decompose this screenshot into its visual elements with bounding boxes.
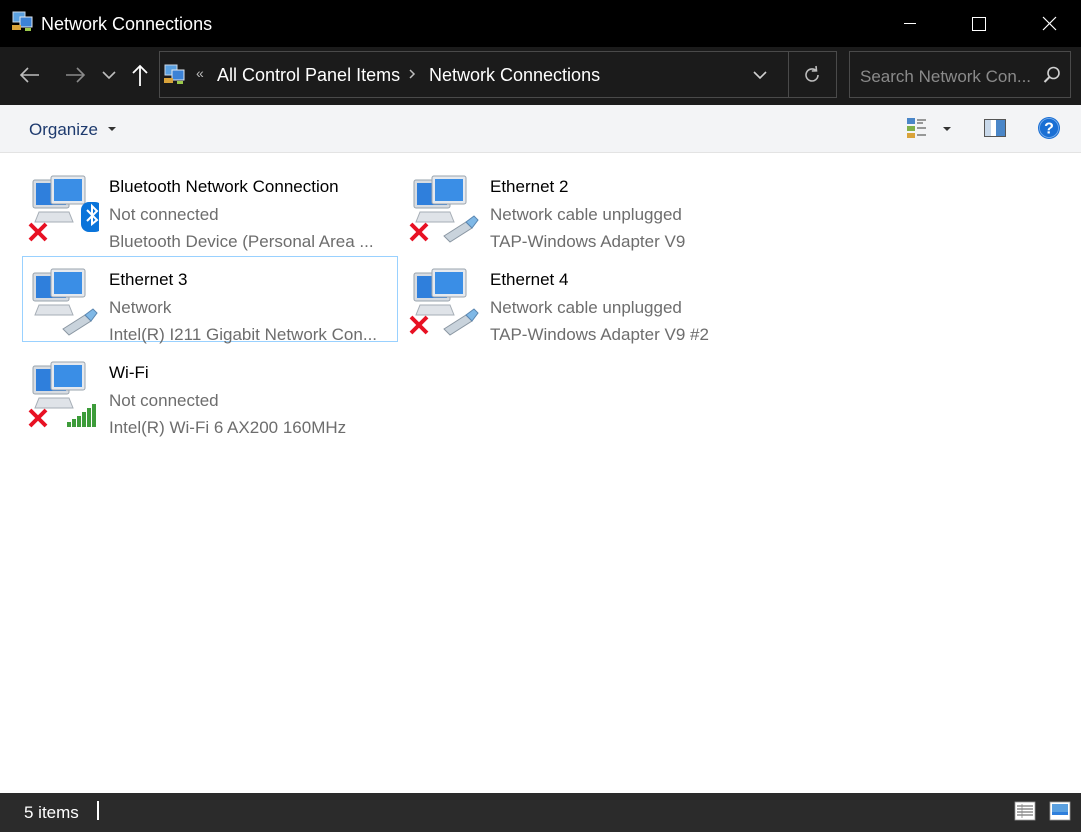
item-count: 5 items [24, 803, 79, 822]
connection-device: Intel(R) I211 Gigabit Network Con... [109, 325, 378, 344]
address-dropdown-icon[interactable] [750, 68, 770, 82]
organize-menu[interactable]: Organize [29, 120, 98, 140]
breadcrumb-all-control-panel-items[interactable]: All Control Panel Items [217, 65, 400, 86]
connections-list: Bluetooth Network Connection Not connect… [0, 153, 1081, 793]
change-view-icon[interactable] [905, 116, 929, 140]
svg-text:?: ? [1044, 121, 1054, 138]
minimize-icon [904, 23, 916, 24]
connection-name: Wi-Fi [109, 363, 149, 382]
connection-device: Bluetooth Device (Personal Area ... [109, 232, 374, 251]
connection-status: Not connected [109, 205, 219, 224]
connection-name: Ethernet 4 [490, 270, 569, 289]
connection-name: Bluetooth Network Connection [109, 177, 339, 196]
preview-pane-icon[interactable] [983, 117, 1007, 139]
details-view-icon[interactable] [1014, 801, 1036, 821]
connection-status: Not connected [109, 391, 219, 410]
ethernet-connection-icon [409, 175, 479, 243]
status-bar: 5 items [0, 793, 1081, 832]
close-icon [1042, 16, 1057, 31]
ethernet-connection-icon [32, 268, 98, 336]
connection-item-ethernet-3[interactable]: Ethernet 3 Network Intel(R) I211 Gigabit… [22, 256, 398, 344]
control-panel-icon [164, 64, 185, 84]
connection-status: Network [109, 298, 172, 317]
breadcrumb-network-connections[interactable]: Network Connections [429, 65, 600, 86]
back-arrow-icon [19, 67, 39, 83]
maximize-button[interactable] [944, 0, 1014, 47]
address-bar[interactable]: « All Control Panel Items Network Connec… [159, 51, 837, 98]
connection-name: Ethernet 3 [109, 270, 188, 289]
connection-item-ethernet-4[interactable]: Ethernet 4 Network cable unplugged TAP-W… [403, 256, 779, 344]
title-bar: Network Connections [0, 0, 1081, 47]
ethernet-connection-icon [409, 268, 479, 336]
help-icon[interactable]: ? [1037, 116, 1061, 140]
connection-item-wifi[interactable]: Wi-Fi Not connected Intel(R) Wi-Fi 6 AX2… [22, 349, 398, 437]
connection-item-ethernet-2[interactable]: Ethernet 2 Network cable unplugged TAP-W… [403, 163, 779, 251]
network-connections-app-icon [12, 11, 33, 31]
forward-button[interactable] [60, 60, 90, 90]
forward-arrow-icon [66, 67, 86, 83]
connection-item-bluetooth[interactable]: Bluetooth Network Connection Not connect… [22, 163, 398, 251]
connection-status: Network cable unplugged [490, 298, 682, 317]
recent-locations-button[interactable] [96, 60, 122, 90]
search-box[interactable]: Search Network Con... [849, 51, 1071, 98]
close-button[interactable] [1014, 0, 1081, 47]
wifi-connection-icon [28, 361, 96, 428]
window-title: Network Connections [41, 14, 213, 34]
search-icon[interactable] [1042, 65, 1062, 85]
text-cursor [97, 801, 99, 820]
chevron-down-icon [102, 71, 116, 80]
up-arrow-icon [132, 64, 148, 86]
maximize-icon [972, 17, 986, 31]
address-bar-region: « All Control Panel Items Network Connec… [0, 47, 1081, 105]
connection-status: Network cable unplugged [490, 205, 682, 224]
view-options-caret-icon[interactable] [942, 125, 952, 133]
breadcrumb-overflow[interactable]: « [196, 65, 204, 81]
refresh-icon[interactable] [800, 63, 824, 87]
search-input[interactable]: Search Network Con... [860, 67, 1040, 87]
back-button[interactable] [15, 60, 45, 90]
large-icons-view-icon[interactable] [1049, 801, 1071, 821]
minimize-button[interactable] [875, 0, 945, 47]
connection-device: Intel(R) Wi-Fi 6 AX200 160MHz [109, 418, 347, 437]
up-button[interactable] [125, 60, 155, 90]
caret-down-icon[interactable] [107, 125, 117, 133]
connection-name: Ethernet 2 [490, 177, 569, 196]
bluetooth-connection-icon [28, 175, 99, 242]
connection-device: TAP-Windows Adapter V9 [490, 232, 686, 251]
connection-device: TAP-Windows Adapter V9 #2 [490, 325, 709, 344]
command-bar: Organize ? [0, 105, 1081, 153]
address-divider [788, 52, 789, 97]
chevron-right-icon[interactable] [407, 67, 417, 81]
